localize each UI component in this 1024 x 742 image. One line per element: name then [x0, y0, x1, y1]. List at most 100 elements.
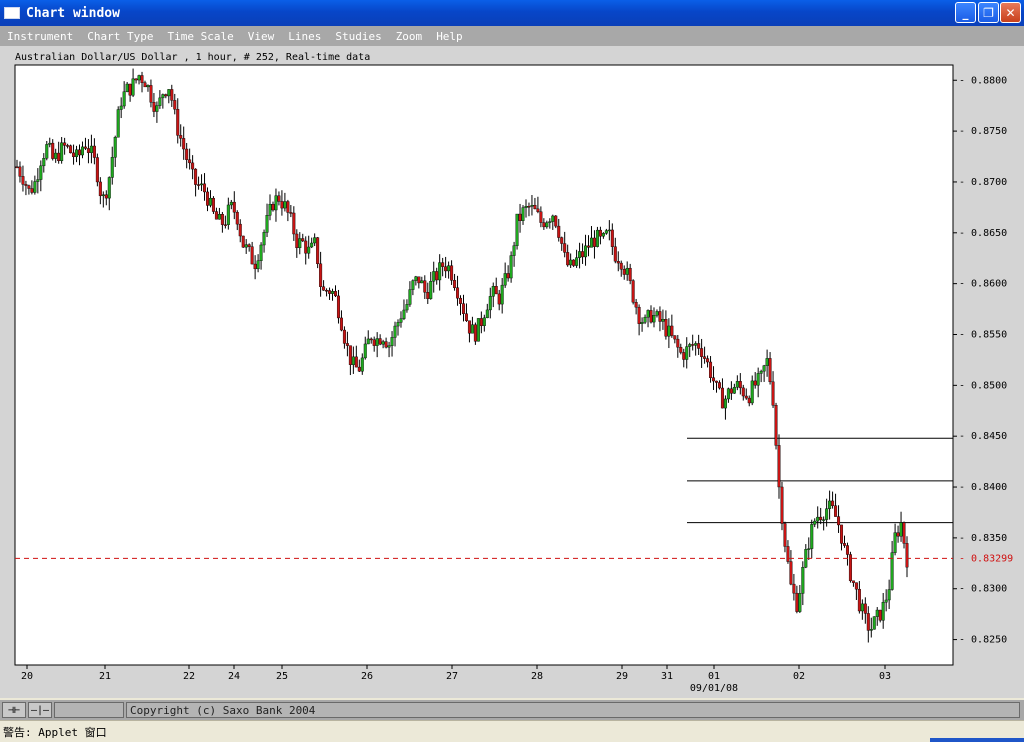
candle-body: [592, 237, 596, 247]
candle-body: [679, 347, 683, 353]
candle-body: [697, 343, 701, 349]
close-button[interactable]: ✕: [1000, 2, 1021, 23]
candle-body: [813, 520, 817, 525]
y-tick-label: - 0.8400: [959, 482, 1007, 493]
candle-body: [411, 280, 415, 290]
crosshair-button[interactable]: —|—: [28, 702, 52, 718]
candle-body: [628, 267, 632, 281]
candle-body: [682, 352, 686, 360]
menu-studies[interactable]: Studies: [328, 30, 388, 43]
candle-body: [851, 580, 855, 583]
candle-body: [756, 373, 760, 386]
menu-instrument[interactable]: Instrument: [0, 30, 80, 43]
candle-body: [167, 89, 171, 97]
candle-body: [676, 338, 680, 348]
candlestick-chart[interactable]: - 0.8800 - 0.8750 - 0.8700 - 0.8650 - 0.8600…: [0, 46, 1024, 698]
candle-body: [494, 286, 498, 295]
candle-body: [170, 89, 174, 101]
candle-body: [241, 235, 245, 248]
candle-body: [521, 207, 525, 221]
candle-body: [387, 345, 391, 348]
candle-body: [840, 524, 844, 544]
candle-body: [872, 616, 876, 630]
candle-body: [262, 232, 266, 246]
candle-body: [211, 197, 215, 212]
candle-body: [691, 344, 695, 346]
candle-body: [92, 145, 96, 158]
candle-body: [581, 251, 585, 258]
candle-body: [27, 185, 31, 189]
candle-body: [429, 281, 433, 299]
candle-body: [866, 613, 870, 631]
candle-body: [339, 317, 343, 331]
y-tick-label: - 0.8800: [959, 75, 1007, 86]
candle-body: [470, 324, 474, 334]
candle-body: [444, 266, 448, 272]
candle-body: [768, 358, 772, 383]
candle-body: [384, 341, 388, 348]
candle-body: [798, 593, 802, 612]
candle-body: [438, 262, 442, 281]
candle-body: [491, 286, 495, 297]
candle-body: [119, 105, 123, 110]
y-tick-label: - 0.8600: [959, 279, 1007, 290]
candle-body: [72, 152, 76, 157]
candle-body: [854, 582, 858, 590]
menu-chart-type[interactable]: Chart Type: [80, 30, 160, 43]
candle-body: [685, 346, 689, 360]
candle-body: [479, 318, 483, 326]
menu-help[interactable]: Help: [429, 30, 470, 43]
candle-body: [780, 486, 784, 524]
restore-button[interactable]: ❐: [978, 2, 999, 23]
chart-area[interactable]: - 0.8800 - 0.8750 - 0.8700 - 0.8650 - 0.8600…: [0, 46, 1024, 698]
candle-body: [902, 522, 906, 544]
x-tick-label: 03: [879, 671, 891, 682]
candle-body: [313, 237, 317, 244]
candle-body: [75, 149, 79, 157]
candle-body: [333, 291, 337, 297]
candle-body: [551, 215, 555, 222]
candle-body: [86, 148, 90, 153]
scroll-start-button[interactable]: ⊣⊢: [2, 702, 26, 718]
candle-body: [744, 395, 748, 399]
candle-body: [485, 309, 489, 319]
candle-body: [804, 549, 808, 568]
candle-body: [845, 545, 849, 555]
y-tick-label: - 0.8450: [959, 431, 1007, 442]
candle-body: [658, 311, 662, 322]
minimize-button[interactable]: _: [955, 2, 976, 23]
candle-body: [655, 311, 659, 316]
candle-body: [560, 237, 564, 244]
candle-body: [759, 370, 763, 374]
candle-body: [363, 343, 367, 359]
candle-body: [101, 194, 105, 197]
menu-time-scale[interactable]: Time Scale: [160, 30, 240, 43]
candle-body: [253, 263, 257, 270]
candle-body: [268, 203, 272, 216]
candle-body: [274, 195, 278, 211]
candle-body: [792, 583, 796, 594]
candle-body: [104, 194, 108, 199]
candle-body: [66, 145, 70, 147]
candle-body: [717, 382, 721, 389]
y-tick-label: - 0.8350: [959, 533, 1007, 544]
candle-body: [878, 609, 882, 621]
menu-lines[interactable]: Lines: [281, 30, 328, 43]
candle-body: [753, 380, 757, 386]
candle-body: [649, 310, 653, 323]
x-tick-label: 20: [21, 671, 33, 682]
menu-view[interactable]: View: [241, 30, 282, 43]
candle-body: [289, 212, 293, 214]
candle-body: [887, 589, 891, 601]
candle-body: [78, 149, 82, 156]
menu-zoom[interactable]: Zoom: [389, 30, 430, 43]
candle-body: [42, 158, 46, 167]
candle-body: [557, 225, 561, 238]
candle-body: [435, 271, 439, 281]
candle-body: [598, 229, 602, 237]
candle-body: [441, 262, 445, 267]
candle-body: [509, 255, 513, 279]
candle-body: [613, 246, 617, 262]
candle-body: [488, 296, 492, 311]
candle-body: [738, 381, 742, 389]
